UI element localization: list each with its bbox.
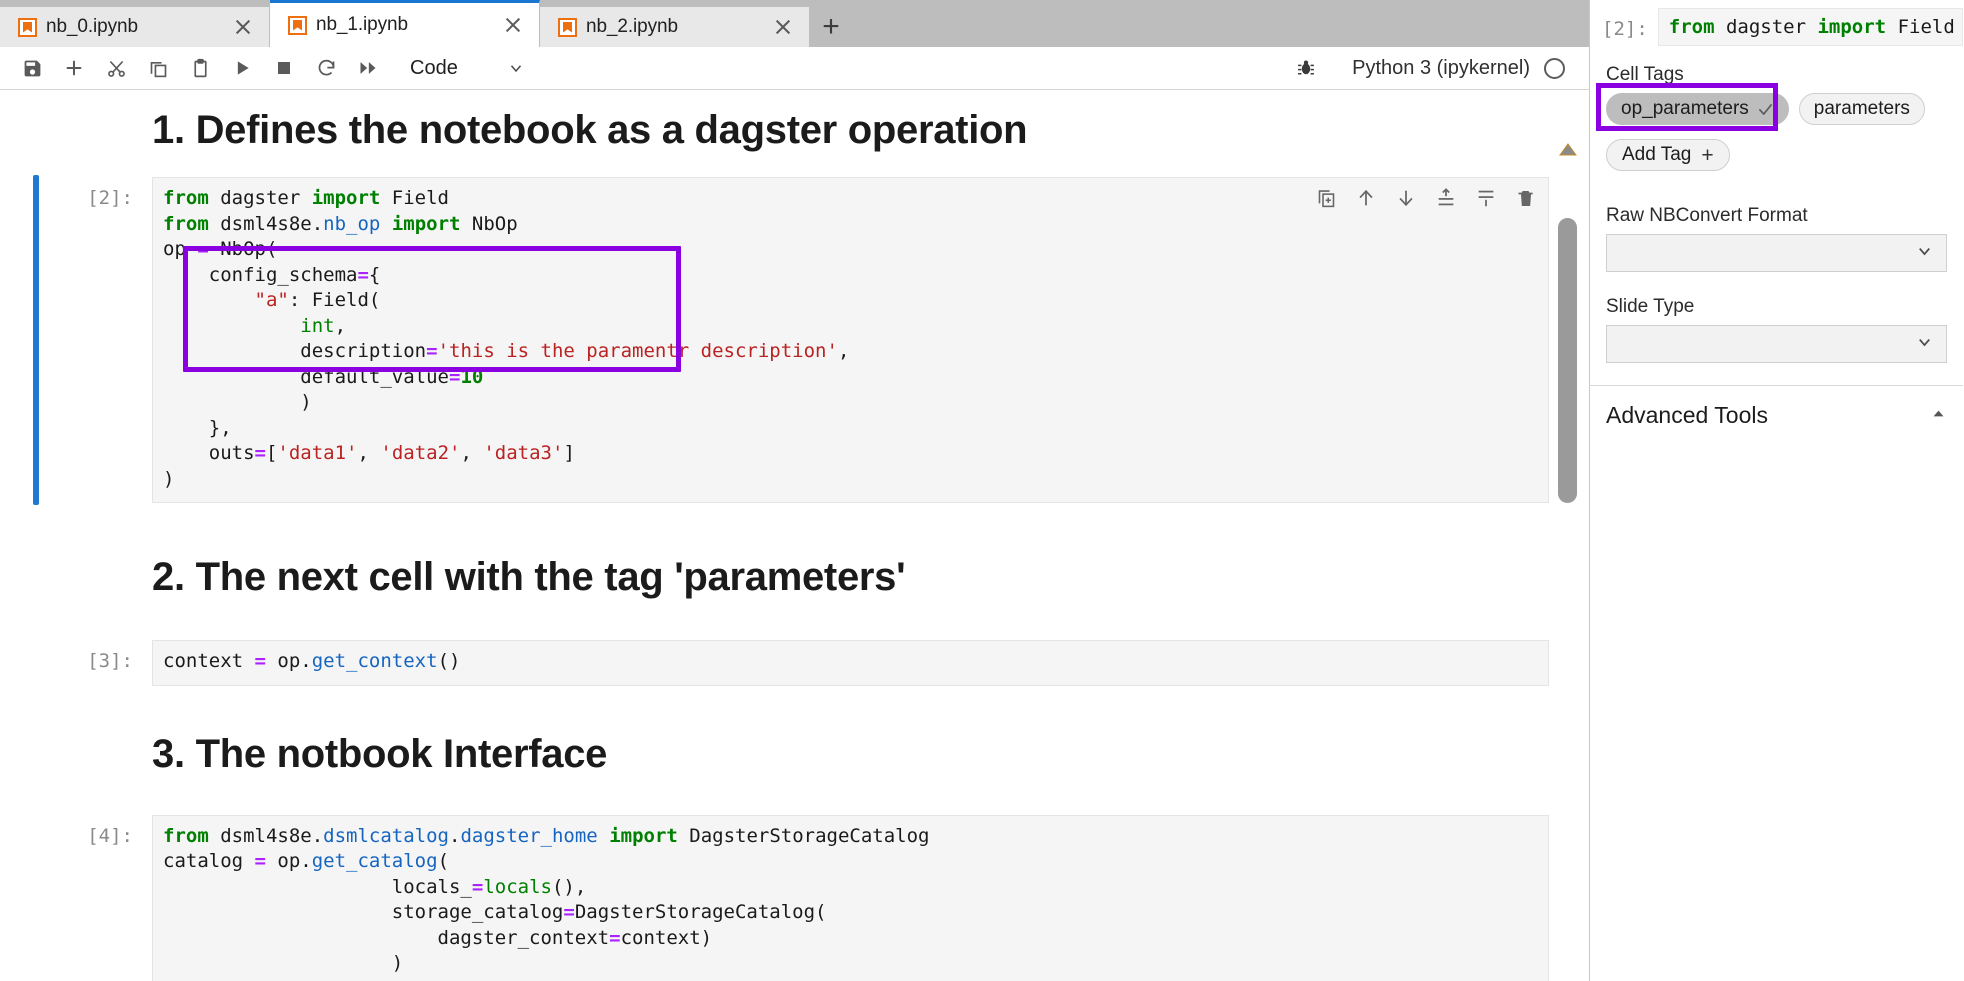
new-tab-button[interactable] xyxy=(810,7,852,47)
markdown-cell-3[interactable]: 3. The notbook Interface xyxy=(0,692,1549,787)
delete-icon[interactable] xyxy=(1512,184,1540,212)
tab-label: nb_0.ipynb xyxy=(46,16,138,37)
preview-prompt: [2]: xyxy=(1602,18,1648,40)
markdown-cell-1[interactable]: 1. Defines the notebook as a dagster ope… xyxy=(0,90,1549,163)
slide-type-section: Slide Type xyxy=(1590,282,1963,363)
chevron-up-icon xyxy=(1930,405,1947,427)
notebook-icon xyxy=(558,17,577,37)
add-cell-icon[interactable] xyxy=(56,52,92,84)
duplicate-icon[interactable] xyxy=(1312,184,1340,212)
notebook-scrollbar[interactable] xyxy=(1555,143,1581,981)
code-text-cell-2: from dagster import Field from dsml4s8e.… xyxy=(163,187,850,490)
restart-icon[interactable] xyxy=(308,52,344,84)
cell-tags-label: Cell Tags xyxy=(1606,64,1684,85)
code-text-cell-3: context = op.get_context() xyxy=(163,650,461,672)
main-area: nb_0.ipynb nb_1.ipynb nb_2.ipynb + Code … xyxy=(0,0,1590,981)
copy-icon[interactable] xyxy=(140,52,176,84)
save-icon[interactable] xyxy=(14,52,50,84)
cell-preview-row: [2]: from dagster import Field xyxy=(1590,0,1963,46)
markdown-cell-2[interactable]: 2. The next cell with the tag 'parameter… xyxy=(0,509,1549,610)
jupyterlab-window: nb_0.ipynb nb_1.ipynb nb_2.ipynb + Code … xyxy=(0,0,1964,981)
scroll-up-icon[interactable] xyxy=(1558,142,1578,158)
advanced-tools-section-header[interactable]: Advanced Tools xyxy=(1590,385,1963,443)
insert-above-icon[interactable] xyxy=(1432,184,1460,212)
preview-code-box: from dagster import Field xyxy=(1657,8,1963,46)
tab-label: nb_2.ipynb xyxy=(586,16,678,37)
tab-bar: nb_0.ipynb nb_1.ipynb nb_2.ipynb xyxy=(0,0,1589,47)
tab-nb-1[interactable]: nb_1.ipynb xyxy=(270,0,540,47)
code-text-cell-4: from dsml4s8e.dsmlcatalog.dagster_home i… xyxy=(163,824,930,975)
cut-icon[interactable] xyxy=(98,52,134,84)
code-input-area[interactable]: from dsml4s8e.dsmlcatalog.dagster_home i… xyxy=(152,814,1549,981)
slide-type-label: Slide Type xyxy=(1606,296,1695,317)
advanced-tools-label: Advanced Tools xyxy=(1606,402,1768,428)
raw-nbconvert-select[interactable] xyxy=(1606,234,1947,272)
tab-nb-2[interactable]: nb_2.ipynb xyxy=(540,7,810,47)
notebook-scroll-area[interactable]: 1. Defines the notebook as a dagster ope… xyxy=(0,90,1589,981)
chevron-down-icon xyxy=(1915,241,1934,265)
close-icon[interactable] xyxy=(501,13,525,37)
add-tag-row: Add Tag + xyxy=(1590,139,1963,171)
stop-icon[interactable] xyxy=(266,52,302,84)
chevron-down-icon xyxy=(1915,332,1934,356)
close-icon[interactable] xyxy=(771,15,795,39)
notebook-icon xyxy=(288,15,307,35)
code-cell-2[interactable]: [2]: from dagster import Field from dsml… xyxy=(0,171,1549,509)
move-down-icon[interactable] xyxy=(1392,184,1420,212)
add-tag-label: Add Tag xyxy=(1622,144,1692,165)
code-cell-3[interactable]: [3]: context = op.get_context() xyxy=(0,634,1549,692)
kernel-status-indicator xyxy=(1544,57,1565,79)
scrollbar-thumb[interactable] xyxy=(1558,218,1577,503)
close-icon[interactable] xyxy=(231,15,255,39)
preview-code-text: from dagster import Field xyxy=(1668,16,1955,38)
cell-tags-section: Cell Tags xyxy=(1590,46,1963,88)
code-input-area[interactable]: from dagster import Field from dsml4s8e.… xyxy=(152,177,1549,503)
tag-chip-parameters[interactable]: parameters xyxy=(1798,93,1925,125)
tag-label: op_parameters xyxy=(1621,98,1749,119)
tab-nb-0[interactable]: nb_0.ipynb xyxy=(0,7,270,47)
paste-icon[interactable] xyxy=(182,52,218,84)
run-icon[interactable] xyxy=(224,52,260,84)
cell-prompt: [4]: xyxy=(87,824,133,847)
heading-3: 3. The notbook Interface xyxy=(152,731,608,776)
raw-nbconvert-label: Raw NBConvert Format xyxy=(1606,205,1808,226)
tag-chip-op-parameters[interactable]: op_parameters xyxy=(1606,93,1789,125)
raw-nbconvert-section: Raw NBConvert Format xyxy=(1590,191,1963,272)
cell-prompt: [2]: xyxy=(87,187,133,209)
insert-below-icon[interactable] xyxy=(1472,184,1500,212)
heading-1: 1. Defines the notebook as a dagster ope… xyxy=(152,108,1028,152)
move-up-icon[interactable] xyxy=(1352,184,1380,212)
add-tag-button[interactable]: Add Tag + xyxy=(1606,139,1730,171)
property-inspector-panel: [2]: from dagster import Field Cell Tags… xyxy=(1590,0,1963,981)
chevron-down-icon xyxy=(506,58,526,78)
tag-chip-row: op_parameters parameters xyxy=(1590,83,1963,131)
plus-icon: + xyxy=(1701,143,1714,167)
toolbar-right-group: Python 3 (ipykernel) xyxy=(1288,52,1575,84)
slide-type-select[interactable] xyxy=(1606,325,1947,363)
cell-toolbar xyxy=(1312,184,1540,212)
code-cell-4[interactable]: [4]: from dsml4s8e.dsmlcatalog.dagster_h… xyxy=(0,809,1549,981)
tab-label: nb_1.ipynb xyxy=(316,14,408,35)
kernel-name-label[interactable]: Python 3 (ipykernel) xyxy=(1352,57,1530,80)
heading-2: 2. The next cell with the tag 'parameter… xyxy=(152,555,906,599)
cell-type-value: Code xyxy=(410,56,458,79)
cell-type-dropdown[interactable]: Code xyxy=(410,52,526,84)
notebook-cell-list: 1. Defines the notebook as a dagster ope… xyxy=(0,90,1589,981)
cell-prompt: [3]: xyxy=(87,650,133,672)
check-icon xyxy=(1757,101,1774,118)
debugger-icon[interactable] xyxy=(1288,52,1324,84)
restart-run-all-icon[interactable] xyxy=(350,52,386,84)
active-cell-indicator xyxy=(33,175,39,505)
notebook-toolbar: Code Python 3 (ipykernel) xyxy=(0,47,1589,90)
notebook-icon xyxy=(18,17,37,37)
tag-label: parameters xyxy=(1813,98,1910,119)
code-input-area[interactable]: context = op.get_context() xyxy=(152,640,1549,686)
